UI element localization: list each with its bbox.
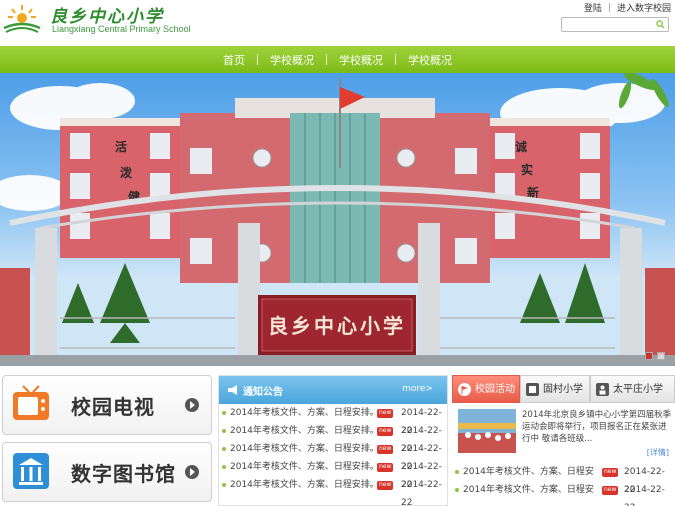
notice-text[interactable]: 2014年考核文件、方案、日程安排。: [230, 440, 379, 458]
login-link[interactable]: 登陆: [584, 1, 602, 14]
person-icon: [596, 383, 609, 396]
activity-date: 2014-22-22: [624, 485, 665, 506]
bullet: [455, 488, 459, 492]
new-badge: new: [377, 445, 394, 454]
notice-header: 通知公告 more>: [219, 376, 447, 404]
list-item[interactable]: 2014年考核文件、方案、日程安排。 new 2014-22-22: [219, 404, 447, 436]
new-badge: new: [377, 409, 394, 418]
bullet: [222, 411, 226, 415]
notice-list: 2014年考核文件、方案、日程安排。 new 2014-22-22 2014年考核文…: [219, 404, 447, 506]
bullet: [222, 465, 226, 469]
new-badge: new: [377, 463, 394, 472]
library-icon: [13, 453, 49, 489]
top-links: 登陆 | 进入数字校园: [584, 1, 671, 15]
building-icon: [526, 383, 539, 396]
notice-panel: 通知公告 more> 2014年考核文件、方案、日程安排。 new 2014-22-…: [218, 375, 448, 506]
list-item[interactable]: 2014年考核文件、方案、日程安new2014-22-22: [452, 463, 675, 495]
activity-text[interactable]: 2014年考核文件、方案、日程安: [463, 481, 594, 499]
digital-library-label: 数字图书馆: [71, 462, 176, 486]
bullet: [222, 447, 226, 451]
notice-more-link[interactable]: more>: [402, 384, 433, 394]
bullet: [222, 429, 226, 433]
new-badge: new: [602, 468, 619, 477]
slide-indicator: [645, 352, 665, 360]
sports-meet-photo[interactable]: [458, 409, 516, 453]
school-building-image: 活 泼 健 诚 实 新 良乡中心小学: [0, 73, 675, 366]
bullet: [455, 470, 459, 474]
list-item[interactable]: 2014年考核文件、方案、日程安排。 new 2014-22-22: [219, 422, 447, 454]
divider: |: [607, 2, 611, 13]
nav-item-about[interactable]: 学校概况: [258, 52, 326, 68]
slide-dot[interactable]: [657, 352, 665, 360]
slogan-char: 活: [115, 139, 127, 154]
activity-tabs: 校园活动 固村小学 太平庄小学: [452, 375, 675, 403]
tab-taipingzhuang-school[interactable]: 太平庄小学: [590, 375, 675, 403]
nav-item-about-2[interactable]: 学校概况: [327, 52, 395, 68]
list-item[interactable]: 2014年考核文件、方案、日程安排。 new 2014-22-22: [219, 440, 447, 472]
notice-title: 通知公告: [243, 387, 283, 398]
arrow-right-icon: [185, 398, 199, 412]
tv-icon: [13, 385, 49, 420]
nav-item-about-3[interactable]: 学校概况: [396, 52, 464, 68]
flag-icon: [458, 383, 471, 396]
search-box: [561, 17, 669, 37]
campus-tv-button[interactable]: 校园电视: [2, 375, 212, 435]
search-icon[interactable]: [656, 20, 665, 29]
search-input[interactable]: [562, 23, 652, 37]
new-badge: new: [377, 427, 394, 436]
tab-label: 太平庄小学: [613, 384, 663, 395]
notice-text[interactable]: 2014年考核文件、方案、日程安排。: [230, 476, 379, 494]
school-logo-icon: [3, 5, 41, 33]
detail-link[interactable]: [详情]: [647, 447, 669, 458]
activity-panel: 校园活动 固村小学 太平庄小学 2014年北京良乡镇中心小学第四届秋季运动会即将…: [452, 375, 675, 506]
tab-label: 校园活动: [475, 384, 515, 395]
new-badge: new: [602, 486, 619, 495]
slogan-char: 泼: [120, 165, 133, 180]
arrow-right-icon: [185, 465, 199, 479]
digital-campus-link[interactable]: 进入数字校园: [617, 1, 671, 14]
megaphone-icon: [228, 385, 237, 395]
hero-banner: 活 泼 健 诚 实 新 良乡中心小学: [0, 73, 675, 366]
slogan-char: 实: [521, 162, 533, 177]
gate-sign: 良乡中心小学: [268, 314, 406, 338]
nav-item-home[interactable]: 首页: [211, 52, 257, 68]
notice-text[interactable]: 2014年考核文件、方案、日程安排。: [230, 404, 379, 422]
tab-campus-activity[interactable]: 校园活动: [452, 375, 520, 403]
new-badge: new: [377, 481, 394, 490]
activity-summary: 2014年北京良乡镇中心小学第四届秋季运动会即将举行，项目报名正在紧张进行中 敬…: [522, 410, 672, 444]
activity-list: 2014年考核文件、方案、日程安 new 2014-22-22 2014年考核文件、…: [452, 463, 675, 506]
slogan-char: 诚: [515, 139, 527, 154]
notice-text[interactable]: 2014年考核文件、方案、日程安排。: [230, 458, 379, 476]
notice-date: 2014-22-22: [401, 480, 442, 506]
header: 良乡中心小学 Liangxiang Central Primary School…: [0, 0, 675, 44]
activity-text[interactable]: 2014年考核文件、方案、日程安: [463, 463, 594, 481]
main-nav: 首页 学校概况 学校概况 学校概况: [0, 46, 675, 73]
activity-feature: 2014年北京良乡镇中心小学第四届秋季运动会即将举行，项目报名正在紧张进行中 敬…: [452, 403, 675, 453]
digital-library-button[interactable]: 数字图书馆: [2, 442, 212, 502]
list-item[interactable]: 2014年考核文件、方案、日程安排。 new 2014-22-22: [219, 476, 447, 506]
list-item[interactable]: 2014年考核文件、方案、日程安排。 new 2014-22-22: [219, 458, 447, 490]
slide-dot-active[interactable]: [645, 352, 653, 360]
list-item[interactable]: 2014年考核文件、方案、日程安 new 2014-22-22: [452, 481, 675, 506]
tab-label: 固村小学: [543, 384, 583, 395]
campus-tv-label: 校园电视: [71, 395, 155, 419]
notice-text[interactable]: 2014年考核文件、方案、日程安排。: [230, 422, 379, 440]
bullet: [222, 483, 226, 487]
tab-gucun-school[interactable]: 固村小学: [520, 375, 590, 403]
school-name-en: Liangxiang Central Primary School: [52, 24, 191, 34]
